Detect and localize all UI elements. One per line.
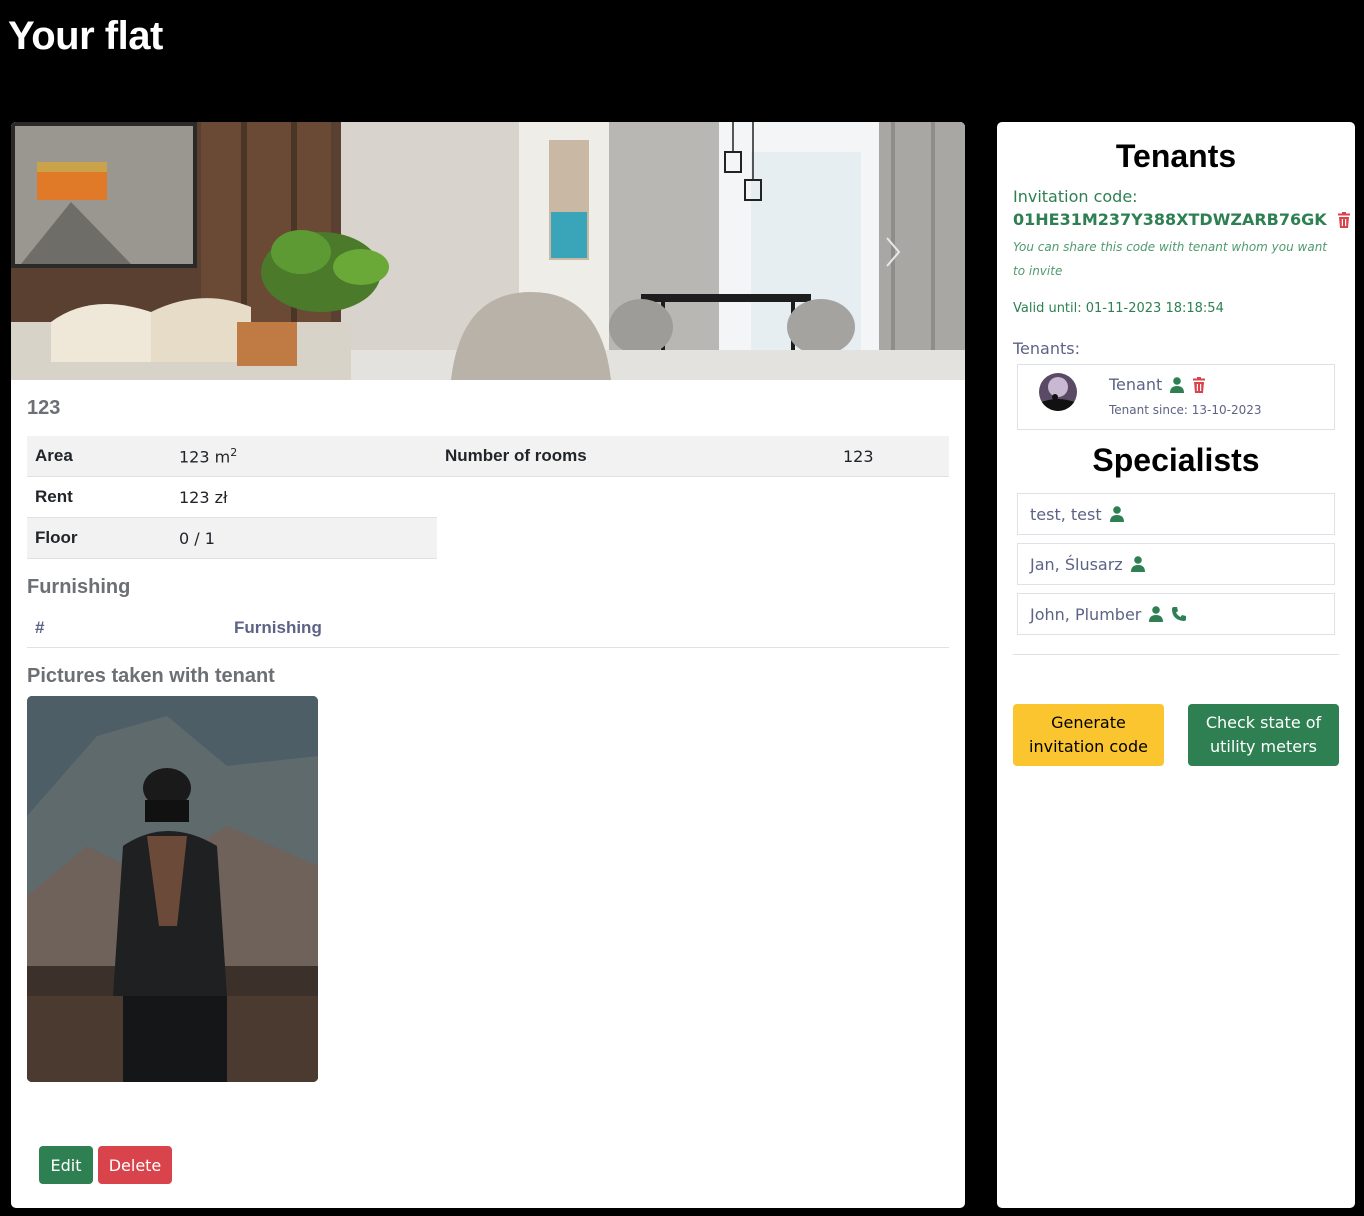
user-icon[interactable] xyxy=(1149,606,1164,622)
avatar xyxy=(1039,373,1077,411)
specialist-name: test, test xyxy=(1030,504,1102,524)
details-row-rent: Rent 123 zł xyxy=(27,477,437,518)
invitation-code: 01HE31M237Y388XTDWZARB76GK xyxy=(1013,210,1351,229)
specialist-item[interactable]: test, test xyxy=(1017,493,1335,535)
invitation-label: Invitation code: xyxy=(1013,187,1138,206)
tenant-list-item[interactable]: Tenant Tenant since: 13-10-2023 xyxy=(1017,364,1335,430)
invitation-code-value: 01HE31M237Y388XTDWZARB76GK xyxy=(1013,210,1327,229)
details-row-area: Area 123 m2 Number of rooms 123 xyxy=(27,436,949,477)
invitation-valid-until: Valid until: 01-11-2023 18:18:54 xyxy=(1013,301,1224,316)
page-title: Your flat xyxy=(8,14,163,58)
rooms-label: Number of rooms xyxy=(445,446,587,465)
living-room-image xyxy=(11,122,965,380)
specialist-item[interactable]: John, Plumber xyxy=(1017,593,1335,635)
check-utility-meters-button[interactable]: Check state of utility meters xyxy=(1188,704,1339,766)
user-icon[interactable] xyxy=(1109,506,1124,522)
flat-details-table: Area 123 m2 Number of rooms 123 Rent 123… xyxy=(27,436,949,559)
furnishing-heading: Furnishing xyxy=(27,576,131,598)
area-value: 123 m2 xyxy=(179,445,238,467)
edit-button[interactable]: Edit xyxy=(39,1146,93,1184)
flat-photo-carousel[interactable] xyxy=(11,122,965,380)
trash-icon[interactable] xyxy=(1337,211,1351,228)
floor-value: 0 / 1 xyxy=(179,528,215,548)
carousel-next-icon[interactable] xyxy=(881,234,905,270)
furnishing-table-header: # Furnishing xyxy=(27,609,949,648)
tenant-name: Tenant xyxy=(1109,375,1206,394)
phone-icon[interactable] xyxy=(1171,606,1187,622)
side-divider xyxy=(1013,654,1339,655)
rooms-value: 123 xyxy=(843,446,874,466)
pictures-heading: Pictures taken with tenant xyxy=(27,665,275,687)
specialist-name: John, Plumber xyxy=(1030,604,1142,624)
specialists-heading: Specialists xyxy=(1092,442,1260,478)
furnishing-col-name: Furnishing xyxy=(234,618,322,637)
tenant-picture[interactable] xyxy=(27,696,318,1082)
floor-label: Floor xyxy=(35,528,78,547)
user-icon[interactable] xyxy=(1130,556,1145,572)
delete-button[interactable]: Delete xyxy=(98,1146,172,1184)
user-icon[interactable] xyxy=(1170,376,1185,393)
details-row-floor: Floor 0 / 1 xyxy=(27,518,437,559)
tenants-label: Tenants: xyxy=(1013,339,1080,358)
side-card: Tenants Invitation code: 01HE31M237Y388X… xyxy=(997,122,1355,1208)
area-label: Area xyxy=(35,446,73,465)
tenant-name-text: Tenant xyxy=(1109,375,1163,394)
furnishing-col-number: # xyxy=(35,618,45,637)
invitation-hint: You can share this code with tenant whom… xyxy=(1013,240,1328,278)
generate-invitation-code-button[interactable]: Generate invitation code xyxy=(1013,704,1164,766)
flat-name: 123 xyxy=(27,397,61,419)
tenant-since: Tenant since: 13-10-2023 xyxy=(1109,403,1262,417)
tenants-heading: Tenants xyxy=(1115,138,1237,174)
rent-value: 123 zł xyxy=(179,487,228,507)
photographer-image xyxy=(27,696,318,1082)
trash-icon[interactable] xyxy=(1192,376,1206,393)
specialist-name: Jan, Ślusarz xyxy=(1030,554,1123,574)
specialist-item[interactable]: Jan, Ślusarz xyxy=(1017,543,1335,585)
flat-card: 123 Area 123 m2 Number of rooms 123 Rent… xyxy=(11,122,965,1208)
rent-label: Rent xyxy=(35,487,73,506)
